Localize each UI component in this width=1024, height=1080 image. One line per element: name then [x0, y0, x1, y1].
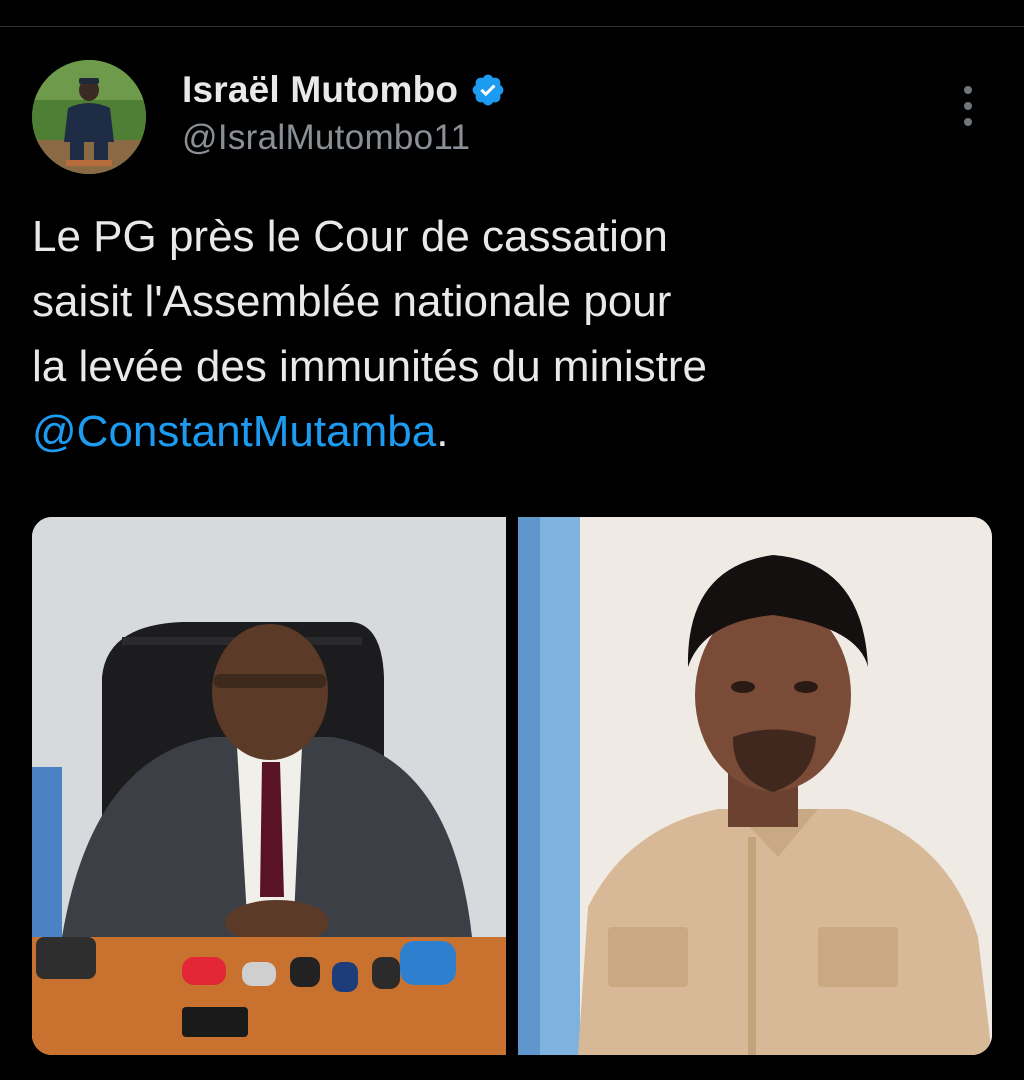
photo-prosecutor-press-conference[interactable]	[32, 517, 506, 1055]
more-dot-icon	[964, 86, 972, 94]
photo-minister-portrait[interactable]	[518, 517, 992, 1055]
avatar[interactable]	[32, 60, 146, 174]
top-divider	[0, 26, 1024, 27]
author-handle[interactable]: @IsralMutombo11	[182, 118, 506, 158]
author-block: Israël Mutombo @IsralMutombo11	[182, 66, 506, 158]
more-dot-icon	[964, 118, 972, 126]
tweet-text-body: Le PG près le Cour de cassation saisit l…	[32, 212, 707, 391]
author-name-row: Israël Mutombo	[182, 66, 506, 114]
tweet-text-end: .	[436, 407, 449, 456]
author-display-name[interactable]: Israël Mutombo	[182, 69, 458, 111]
verified-badge-icon	[470, 72, 506, 108]
more-dot-icon	[964, 102, 972, 110]
mention-link[interactable]: @ConstantMutamba	[32, 407, 436, 456]
tweet-media-grid	[32, 517, 992, 1055]
more-options-button[interactable]	[954, 86, 982, 126]
tweet-detail-page: Israël Mutombo @IsralMutombo11 Le PG prè…	[0, 0, 1024, 1080]
tweet-text: Le PG près le Cour de cassation saisit l…	[32, 204, 932, 464]
